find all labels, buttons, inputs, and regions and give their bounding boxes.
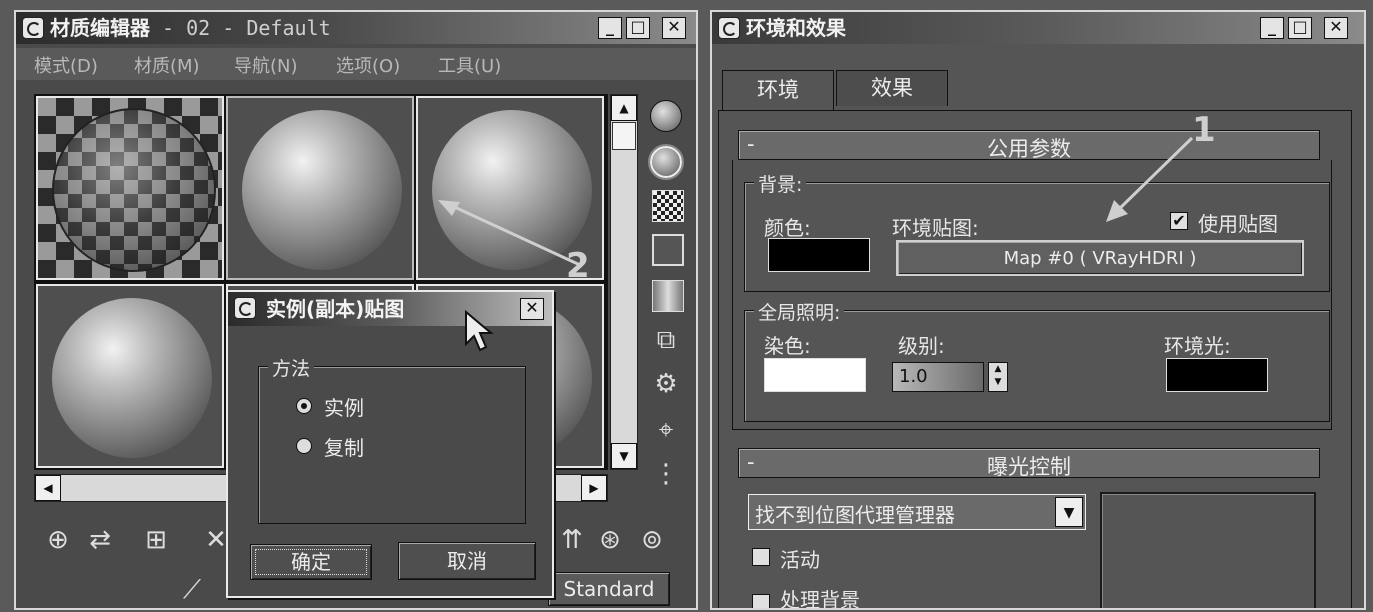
bg-color-swatch[interactable] <box>768 238 870 272</box>
material-sphere <box>52 298 212 458</box>
options-icon[interactable]: ⚙ <box>650 368 682 400</box>
window-title: 材质编辑器 - 02 - Default <box>50 16 331 40</box>
video-color-check-icon[interactable] <box>652 280 684 312</box>
radio-instance-label[interactable]: 实例 <box>324 392 364 421</box>
exposure-rollout-header[interactable]: - 曝光控制 <box>738 448 1320 479</box>
level-label: 级别: <box>898 334 945 358</box>
env-map-label: 环境贴图: <box>892 216 979 240</box>
scroll-down-button[interactable]: ▼ <box>611 443 637 469</box>
env-titlebar[interactable]: 环境和效果 _ □ ✕ <box>712 12 1364 44</box>
process-background-label[interactable]: 处理背景 <box>780 584 860 608</box>
level-input[interactable]: 1.0 <box>892 362 984 392</box>
put-to-scene-icon[interactable]: ⇄ <box>84 524 116 556</box>
annotation-label-2: 2 <box>566 246 590 286</box>
material-map-navigator-icon[interactable]: ⋮ <box>650 458 682 490</box>
common-params-rollout-header[interactable]: - 公用参数 <box>738 130 1320 161</box>
assign-to-selection-icon[interactable]: ⊞ <box>140 524 172 556</box>
exposure-dropdown[interactable]: 找不到位图代理管理器 ▼ <box>748 494 1086 530</box>
active-checkbox[interactable] <box>752 548 770 566</box>
show-end-result-icon[interactable]: ⇈ <box>556 524 588 556</box>
app-icon <box>718 17 740 39</box>
dialog-titlebar[interactable]: 实例(副本)贴图 ✕ <box>228 292 552 326</box>
material-sphere <box>242 110 402 270</box>
scroll-up-button[interactable]: ▲ <box>611 95 637 121</box>
sample-slot-4[interactable] <box>36 284 224 468</box>
tint-color-swatch[interactable] <box>764 358 866 392</box>
app-icon <box>22 17 44 39</box>
material-editor-titlebar[interactable]: 材质编辑器 - 02 - Default _ □ ✕ <box>16 12 696 44</box>
scroll-right-button[interactable]: ▶ <box>581 475 607 501</box>
background-checker-icon[interactable] <box>652 190 684 222</box>
tint-label: 染色: <box>764 334 811 358</box>
checker-sphere <box>52 108 216 272</box>
material-type-button[interactable]: Standard <box>548 572 670 606</box>
go-forward-sibling-icon[interactable]: ⊚ <box>636 524 668 556</box>
menubar: 模式(D) 材质(M) 导航(N) 选项(O) 工具(U) <box>16 48 696 80</box>
rollout-title: 公用参数 <box>987 137 1071 161</box>
cancel-button[interactable]: 取消 <box>398 542 536 580</box>
env-minimize-button[interactable]: _ <box>1260 17 1284 39</box>
radio-instance[interactable] <box>296 398 312 414</box>
menu-material[interactable]: 材质(M) <box>134 52 200 78</box>
exposure-preview <box>1100 492 1316 608</box>
minimize-button[interactable]: _ <box>598 17 622 39</box>
dropdown-arrow-icon[interactable]: ▼ <box>1055 497 1083 527</box>
environment-effects-window: 环境和效果 _ □ ✕ 环境 效果 - 公用参数 背景: 颜色: 环境贴图: ✔… <box>710 10 1366 610</box>
make-preview-icon[interactable]: ⧉ <box>650 324 682 356</box>
menu-navigation[interactable]: 导航(N) <box>234 52 298 78</box>
sample-scrollbar-vertical[interactable] <box>610 94 638 470</box>
env-window-title: 环境和效果 <box>746 16 846 40</box>
sample-uv-tiling-icon[interactable] <box>652 234 684 266</box>
menu-tools[interactable]: 工具(U) <box>438 52 501 78</box>
environment-map-button[interactable]: Map #0 ( VRayHDRI ) <box>896 240 1304 276</box>
use-map-label[interactable]: 使用贴图 <box>1198 208 1278 237</box>
env-close-button[interactable]: ✕ <box>1324 17 1348 39</box>
mouse-cursor-icon <box>465 310 494 352</box>
env-maximize-button[interactable]: □ <box>1288 17 1312 39</box>
process-background-checkbox[interactable] <box>752 594 770 608</box>
sample-slot-2[interactable] <box>226 96 414 280</box>
radio-copy-label[interactable]: 复制 <box>324 432 364 461</box>
scroll-left-button[interactable]: ◀ <box>35 475 61 501</box>
select-by-material-icon[interactable]: ⌖ <box>650 414 682 446</box>
close-button[interactable]: ✕ <box>662 17 686 39</box>
go-to-parent-icon[interactable]: ⊛ <box>594 524 626 556</box>
get-material-icon[interactable]: ⊕ <box>42 524 74 556</box>
scroll-thumb[interactable] <box>612 122 636 150</box>
menu-options[interactable]: 选项(O) <box>336 52 400 78</box>
dialog-close-button[interactable]: ✕ <box>520 298 544 320</box>
app-icon <box>234 297 256 319</box>
bg-color-label: 颜色: <box>764 216 811 240</box>
radio-copy[interactable] <box>296 438 312 454</box>
window-title-suffix: - 02 - Default <box>150 16 331 40</box>
gi-group-label: 全局照明: <box>754 298 845 325</box>
ok-button[interactable]: 确定 <box>250 544 372 580</box>
sample-type-sphere-icon[interactable] <box>650 100 682 132</box>
dialog-title: 实例(副本)贴图 <box>266 297 405 321</box>
background-group-label: 背景: <box>754 170 807 197</box>
ambient-label: 环境光: <box>1164 334 1231 358</box>
menu-mode[interactable]: 模式(D) <box>34 52 98 78</box>
maximize-button[interactable]: □ <box>626 17 650 39</box>
tab-environment[interactable]: 环境 <box>722 70 834 110</box>
ambient-color-swatch[interactable] <box>1166 358 1268 392</box>
backlight-icon[interactable] <box>648 144 684 180</box>
eyedropper-icon[interactable]: ⟋ <box>176 574 208 606</box>
method-group-label: 方法 <box>268 354 315 381</box>
annotation-label-1: 1 <box>1192 110 1216 150</box>
active-label[interactable]: 活动 <box>780 544 820 573</box>
exposure-dropdown-value: 找不到位图代理管理器 <box>755 503 955 527</box>
rollout-title: 曝光控制 <box>987 455 1071 479</box>
tab-effects[interactable]: 效果 <box>836 70 948 106</box>
level-spinner[interactable]: ▲ ▼ <box>988 362 1008 392</box>
instance-copy-map-dialog: 实例(副本)贴图 ✕ 方法 实例 复制 确定 取消 <box>226 290 554 598</box>
sample-slot-1[interactable] <box>36 96 224 280</box>
